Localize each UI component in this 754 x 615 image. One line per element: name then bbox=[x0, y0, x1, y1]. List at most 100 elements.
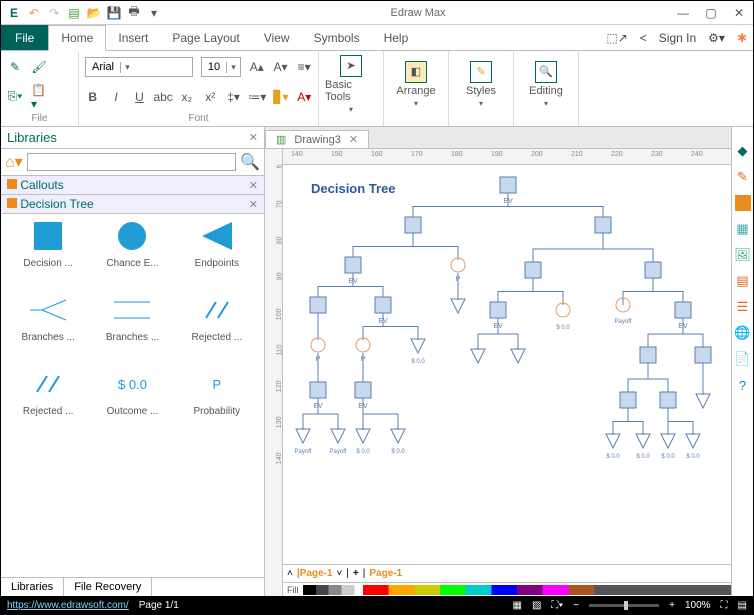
format-painter-icon[interactable]: ✎ bbox=[7, 59, 23, 75]
arrange-button[interactable]: ◧Arrange▾ bbox=[390, 54, 442, 114]
highlight-icon[interactable]: ▊▾ bbox=[273, 89, 288, 105]
svg-text:$ 0.0: $ 0.0 bbox=[661, 454, 675, 460]
picture-icon[interactable]: 🖼 bbox=[735, 247, 751, 263]
page-tab-1[interactable]: |Page-1 bbox=[297, 568, 333, 579]
bold-button[interactable]: B bbox=[85, 89, 100, 105]
shape-item[interactable]: $ 0.0Outcome ... bbox=[91, 368, 173, 438]
close-panel-icon[interactable]: ✕ bbox=[249, 131, 258, 144]
library-search-input[interactable] bbox=[27, 153, 236, 171]
fullscreen-icon[interactable]: ⛶ bbox=[721, 600, 728, 611]
tab-file-recovery[interactable]: File Recovery bbox=[64, 578, 152, 596]
shape-item[interactable]: Branches ... bbox=[7, 294, 89, 364]
layers-icon[interactable]: ▤ bbox=[738, 600, 747, 611]
brush-icon[interactable]: 🖌 bbox=[31, 59, 47, 75]
font-size-combo[interactable]: 10▾ bbox=[201, 57, 241, 77]
list-icon[interactable]: ☰ bbox=[735, 299, 751, 315]
svg-text:$ 0.0: $ 0.0 bbox=[391, 449, 405, 455]
page-tab-2[interactable]: Page-1 bbox=[369, 568, 402, 579]
website-link[interactable]: https://www.edrawsoft.com/ bbox=[7, 600, 129, 611]
strike-icon[interactable]: abc bbox=[155, 89, 171, 105]
home-icon[interactable]: ⌂▾ bbox=[5, 152, 23, 172]
styles-button[interactable]: ✎Styles▾ bbox=[455, 54, 507, 114]
scroll-left-icon[interactable]: ˄ bbox=[287, 568, 293, 579]
snap-icon[interactable]: ▨ bbox=[532, 600, 541, 611]
tab-home[interactable]: Home bbox=[48, 25, 106, 51]
doc-tab-label: Drawing3 bbox=[294, 134, 340, 146]
paste-icon[interactable]: 📋▾ bbox=[31, 89, 47, 105]
tab-insert[interactable]: Insert bbox=[106, 25, 160, 50]
scroll-right-icon[interactable]: ˅ bbox=[336, 568, 342, 579]
open-icon[interactable]: 📂 bbox=[87, 6, 101, 20]
search-icon[interactable]: 🔍 bbox=[240, 152, 260, 172]
tab-page-layout[interactable]: Page Layout bbox=[160, 25, 251, 50]
print-icon[interactable]: 🖶 bbox=[127, 6, 141, 20]
shape-item[interactable]: PProbability bbox=[176, 368, 258, 438]
rect-icon[interactable] bbox=[735, 195, 751, 211]
find-icon: 🔍 bbox=[535, 61, 557, 83]
add-page-icon[interactable]: + bbox=[353, 568, 359, 579]
basic-tools-button[interactable]: ➤Basic Tools▾ bbox=[325, 54, 377, 114]
shape-item[interactable]: Rejected ... bbox=[176, 294, 258, 364]
shape-item[interactable]: Rejected ... bbox=[7, 368, 89, 438]
italic-button[interactable]: I bbox=[108, 89, 123, 105]
app-logo-icon: E bbox=[7, 6, 21, 20]
line-spacing-icon[interactable]: ‡▾ bbox=[226, 89, 241, 105]
underline-button[interactable]: U bbox=[132, 89, 147, 105]
shape-item[interactable]: Chance E... bbox=[91, 220, 173, 290]
document-tab[interactable]: ▥ Drawing3 ✕ bbox=[265, 130, 369, 148]
font-color-icon[interactable]: A▾ bbox=[297, 89, 312, 105]
file-menu[interactable]: File bbox=[1, 25, 48, 50]
font-name-combo[interactable]: Arial▾ bbox=[85, 57, 193, 77]
redo-icon[interactable]: ↷ bbox=[47, 6, 61, 20]
close-tab-icon[interactable]: ✕ bbox=[349, 133, 358, 146]
zoom-in-button[interactable]: + bbox=[669, 600, 675, 611]
shape-item[interactable]: Endpoints bbox=[176, 220, 258, 290]
color-swatches[interactable] bbox=[303, 585, 732, 595]
theme-icon[interactable]: ◆ bbox=[735, 143, 751, 159]
fill2-icon[interactable]: ▤ bbox=[735, 273, 751, 289]
align-icon[interactable]: ≡▾ bbox=[296, 59, 312, 75]
image-icon[interactable]: ▦ bbox=[735, 221, 751, 237]
editing-button[interactable]: 🔍Editing▾ bbox=[520, 54, 572, 114]
shape-item[interactable]: Branches ... bbox=[91, 294, 173, 364]
export-icon[interactable]: ⬚↗ bbox=[600, 25, 633, 50]
gear-icon[interactable]: ⚙▾ bbox=[702, 25, 731, 50]
pen-icon[interactable]: ✎ bbox=[735, 169, 751, 185]
globe-icon[interactable]: 🌐 bbox=[735, 325, 751, 341]
fit-icon[interactable]: ⛶▾ bbox=[551, 600, 563, 611]
category-decision-tree[interactable]: Decision Tree✕ bbox=[1, 195, 264, 214]
help-icon[interactable]: ? bbox=[735, 377, 751, 393]
color-logo-icon[interactable]: ✱ bbox=[731, 25, 753, 50]
undo-icon[interactable]: ↶ bbox=[27, 6, 41, 20]
horizontal-ruler: 140150160170180190200210220230240 bbox=[283, 149, 731, 165]
bullets-icon[interactable]: ≔▾ bbox=[249, 89, 265, 105]
new-icon[interactable]: ▤ bbox=[67, 6, 81, 20]
copy-icon[interactable]: ⎘▾ bbox=[7, 89, 23, 105]
share-icon[interactable]: < bbox=[634, 25, 653, 50]
zoom-slider[interactable] bbox=[589, 604, 659, 607]
maximize-button[interactable]: ▢ bbox=[697, 2, 725, 24]
zoom-out-button[interactable]: − bbox=[573, 600, 579, 611]
tab-help[interactable]: Help bbox=[372, 25, 421, 50]
shape-label: Endpoints bbox=[195, 258, 239, 269]
minimize-button[interactable]: — bbox=[669, 2, 697, 24]
shape-label: Rejected ... bbox=[192, 332, 243, 343]
tab-view[interactable]: View bbox=[252, 25, 302, 50]
shape-item[interactable]: Decision ... bbox=[7, 220, 89, 290]
page-icon[interactable]: 📄 bbox=[735, 351, 751, 367]
shrink-font-icon[interactable]: A▾ bbox=[273, 59, 289, 75]
category-callouts[interactable]: Callouts✕ bbox=[1, 176, 264, 195]
drawing-canvas[interactable]: Decision Tree EVEVPEVPP$ 0.0EVEVPayoffPa… bbox=[283, 165, 731, 564]
tab-symbols[interactable]: Symbols bbox=[302, 25, 372, 50]
superscript-icon[interactable]: x² bbox=[203, 89, 218, 105]
shape-label: Probability bbox=[193, 406, 240, 417]
sign-in-link[interactable]: Sign In bbox=[653, 25, 702, 50]
save-icon[interactable]: 💾 bbox=[107, 6, 121, 20]
fill-label: Fill bbox=[283, 585, 303, 595]
options-icon[interactable]: ▾ bbox=[147, 6, 161, 20]
close-button[interactable]: ✕ bbox=[725, 2, 753, 24]
tab-libraries[interactable]: Libraries bbox=[1, 578, 64, 596]
subscript-icon[interactable]: x₂ bbox=[179, 89, 194, 105]
grid-icon[interactable]: ▦ bbox=[512, 600, 521, 611]
grow-font-icon[interactable]: A▴ bbox=[249, 59, 265, 75]
